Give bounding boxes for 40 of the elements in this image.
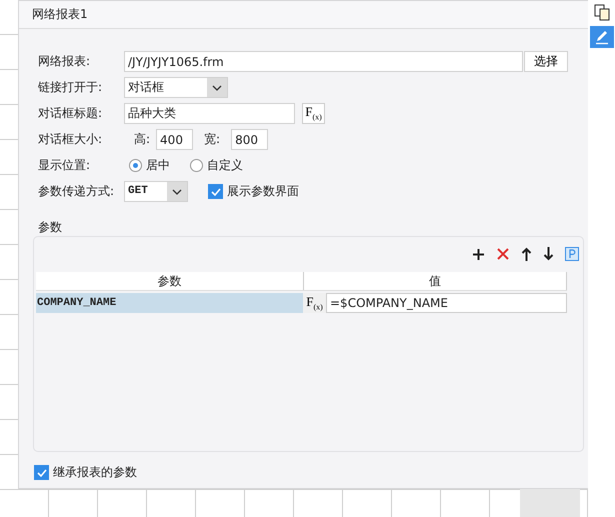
shaded-cell — [520, 489, 580, 517]
field-label: 显示位置: — [38, 157, 92, 174]
pencil-icon — [594, 29, 610, 45]
arrow-up-icon[interactable] — [521, 247, 532, 261]
formula-button[interactable]: F$_{(x)}$ — [302, 103, 325, 124]
field-label: 网络报表: — [38, 53, 92, 70]
show-params-checkbox[interactable]: 展示参数界面 — [208, 183, 299, 200]
parameter-icon[interactable] — [565, 247, 579, 261]
arrow-down-icon[interactable] — [543, 247, 554, 261]
field-label: 链接打开于: — [38, 79, 104, 96]
column-header: 值 — [304, 272, 567, 290]
height-field[interactable]: 400 — [156, 129, 194, 150]
report-path-field[interactable]: /JY/JYJY1065.frm — [124, 51, 523, 72]
column-header: 参数 — [36, 272, 304, 290]
field-label: 参数传递方式: — [38, 183, 116, 200]
dialog-title: 网络报表1 — [32, 6, 88, 23]
position-radio[interactable]: 自定义 — [190, 157, 243, 174]
plus-icon[interactable] — [472, 248, 485, 260]
field-label: 对话框大小: — [38, 131, 104, 148]
width-field[interactable]: 800 — [231, 129, 268, 150]
checkmark-icon — [210, 186, 222, 198]
group-title: 参数 — [38, 220, 63, 234]
param-name-cell[interactable]: COMPANY_NAME — [36, 293, 303, 313]
chevron-down-icon — [212, 84, 222, 90]
edit-button[interactable] — [590, 26, 614, 48]
chevron-down-icon — [172, 188, 182, 194]
formula-button[interactable]: F$_{(x)}$ — [303, 293, 326, 313]
param-value-field[interactable]: =$COMPANY_NAME — [326, 293, 567, 313]
dialog-title-field[interactable]: 品种大类 — [124, 103, 295, 124]
open-in-dropdown[interactable]: 对话框 — [124, 77, 228, 98]
position-radio[interactable]: 居中 — [129, 157, 170, 174]
copy-icon[interactable] — [594, 4, 610, 21]
method-dropdown[interactable]: GET — [124, 181, 188, 202]
choose-button[interactable]: 选择 — [524, 51, 568, 72]
inherit-params-checkbox[interactable]: 继承报表的参数 — [34, 464, 137, 481]
height-label: 高: — [134, 131, 150, 148]
field-label: 对话框标题: — [38, 105, 104, 122]
delete-icon[interactable] — [496, 247, 510, 261]
checkmark-icon — [36, 466, 48, 478]
width-label: 宽: — [204, 131, 220, 148]
